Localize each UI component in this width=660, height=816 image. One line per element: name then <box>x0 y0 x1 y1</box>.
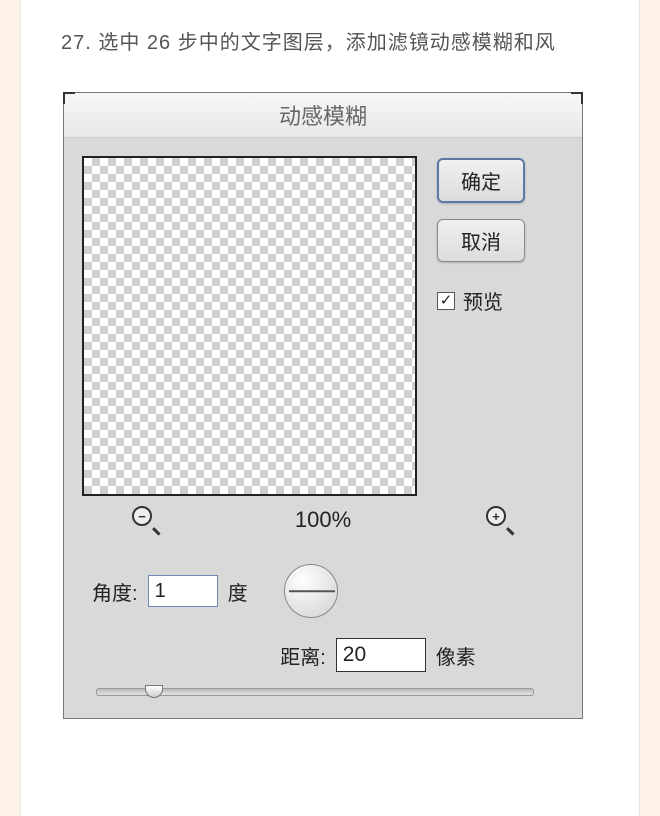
angle-input[interactable] <box>148 575 218 607</box>
zoom-in-icon[interactable]: + <box>486 506 514 534</box>
checkbox-checked-icon: ✓ <box>437 292 455 310</box>
zoom-controls: − 100% + <box>82 496 564 554</box>
preview-canvas[interactable] <box>82 156 417 496</box>
preview-checkbox-label: 预览 <box>463 286 503 315</box>
cancel-button[interactable]: 取消 <box>437 219 525 262</box>
angle-dial-icon[interactable] <box>284 564 338 618</box>
step-instruction: 27. 选中 26 步中的文字图层，添加滤镜动感模糊和风 <box>61 24 599 62</box>
dialog-top-row: 确定 取消 ✓ 预览 <box>82 156 564 496</box>
step-body: 选中 26 步中的文字图层，添加滤镜动感模糊和风 <box>98 32 555 54</box>
preview-column <box>82 156 417 496</box>
dialog-body: 确定 取消 ✓ 预览 − 100% + <box>64 138 582 718</box>
motion-blur-dialog: 动感模糊 确定 取消 ✓ 预览 − <box>63 92 583 719</box>
slider-thumb-icon[interactable] <box>145 685 163 698</box>
preview-checkbox-row[interactable]: ✓ 预览 <box>437 286 564 315</box>
distance-unit: 像素 <box>436 641 476 670</box>
angle-row: 角度: 度 <box>82 554 564 638</box>
ok-button[interactable]: 确定 <box>437 158 525 203</box>
document-content: 27. 选中 26 步中的文字图层，添加滤镜动感模糊和风 动感模糊 确定 取消 … <box>20 0 640 816</box>
distance-input[interactable] <box>336 638 426 672</box>
button-column: 确定 取消 ✓ 预览 <box>437 156 564 496</box>
zoom-out-icon[interactable]: − <box>132 506 160 534</box>
distance-slider[interactable] <box>96 688 534 696</box>
distance-row: 距离: 像素 <box>82 638 564 672</box>
step-number: 27. <box>61 32 92 54</box>
angle-label: 角度: <box>92 577 138 606</box>
zoom-level-text: 100% <box>295 507 351 533</box>
distance-label: 距离: <box>280 641 326 670</box>
dialog-title: 动感模糊 <box>64 93 582 138</box>
angle-unit: 度 <box>228 577 248 606</box>
